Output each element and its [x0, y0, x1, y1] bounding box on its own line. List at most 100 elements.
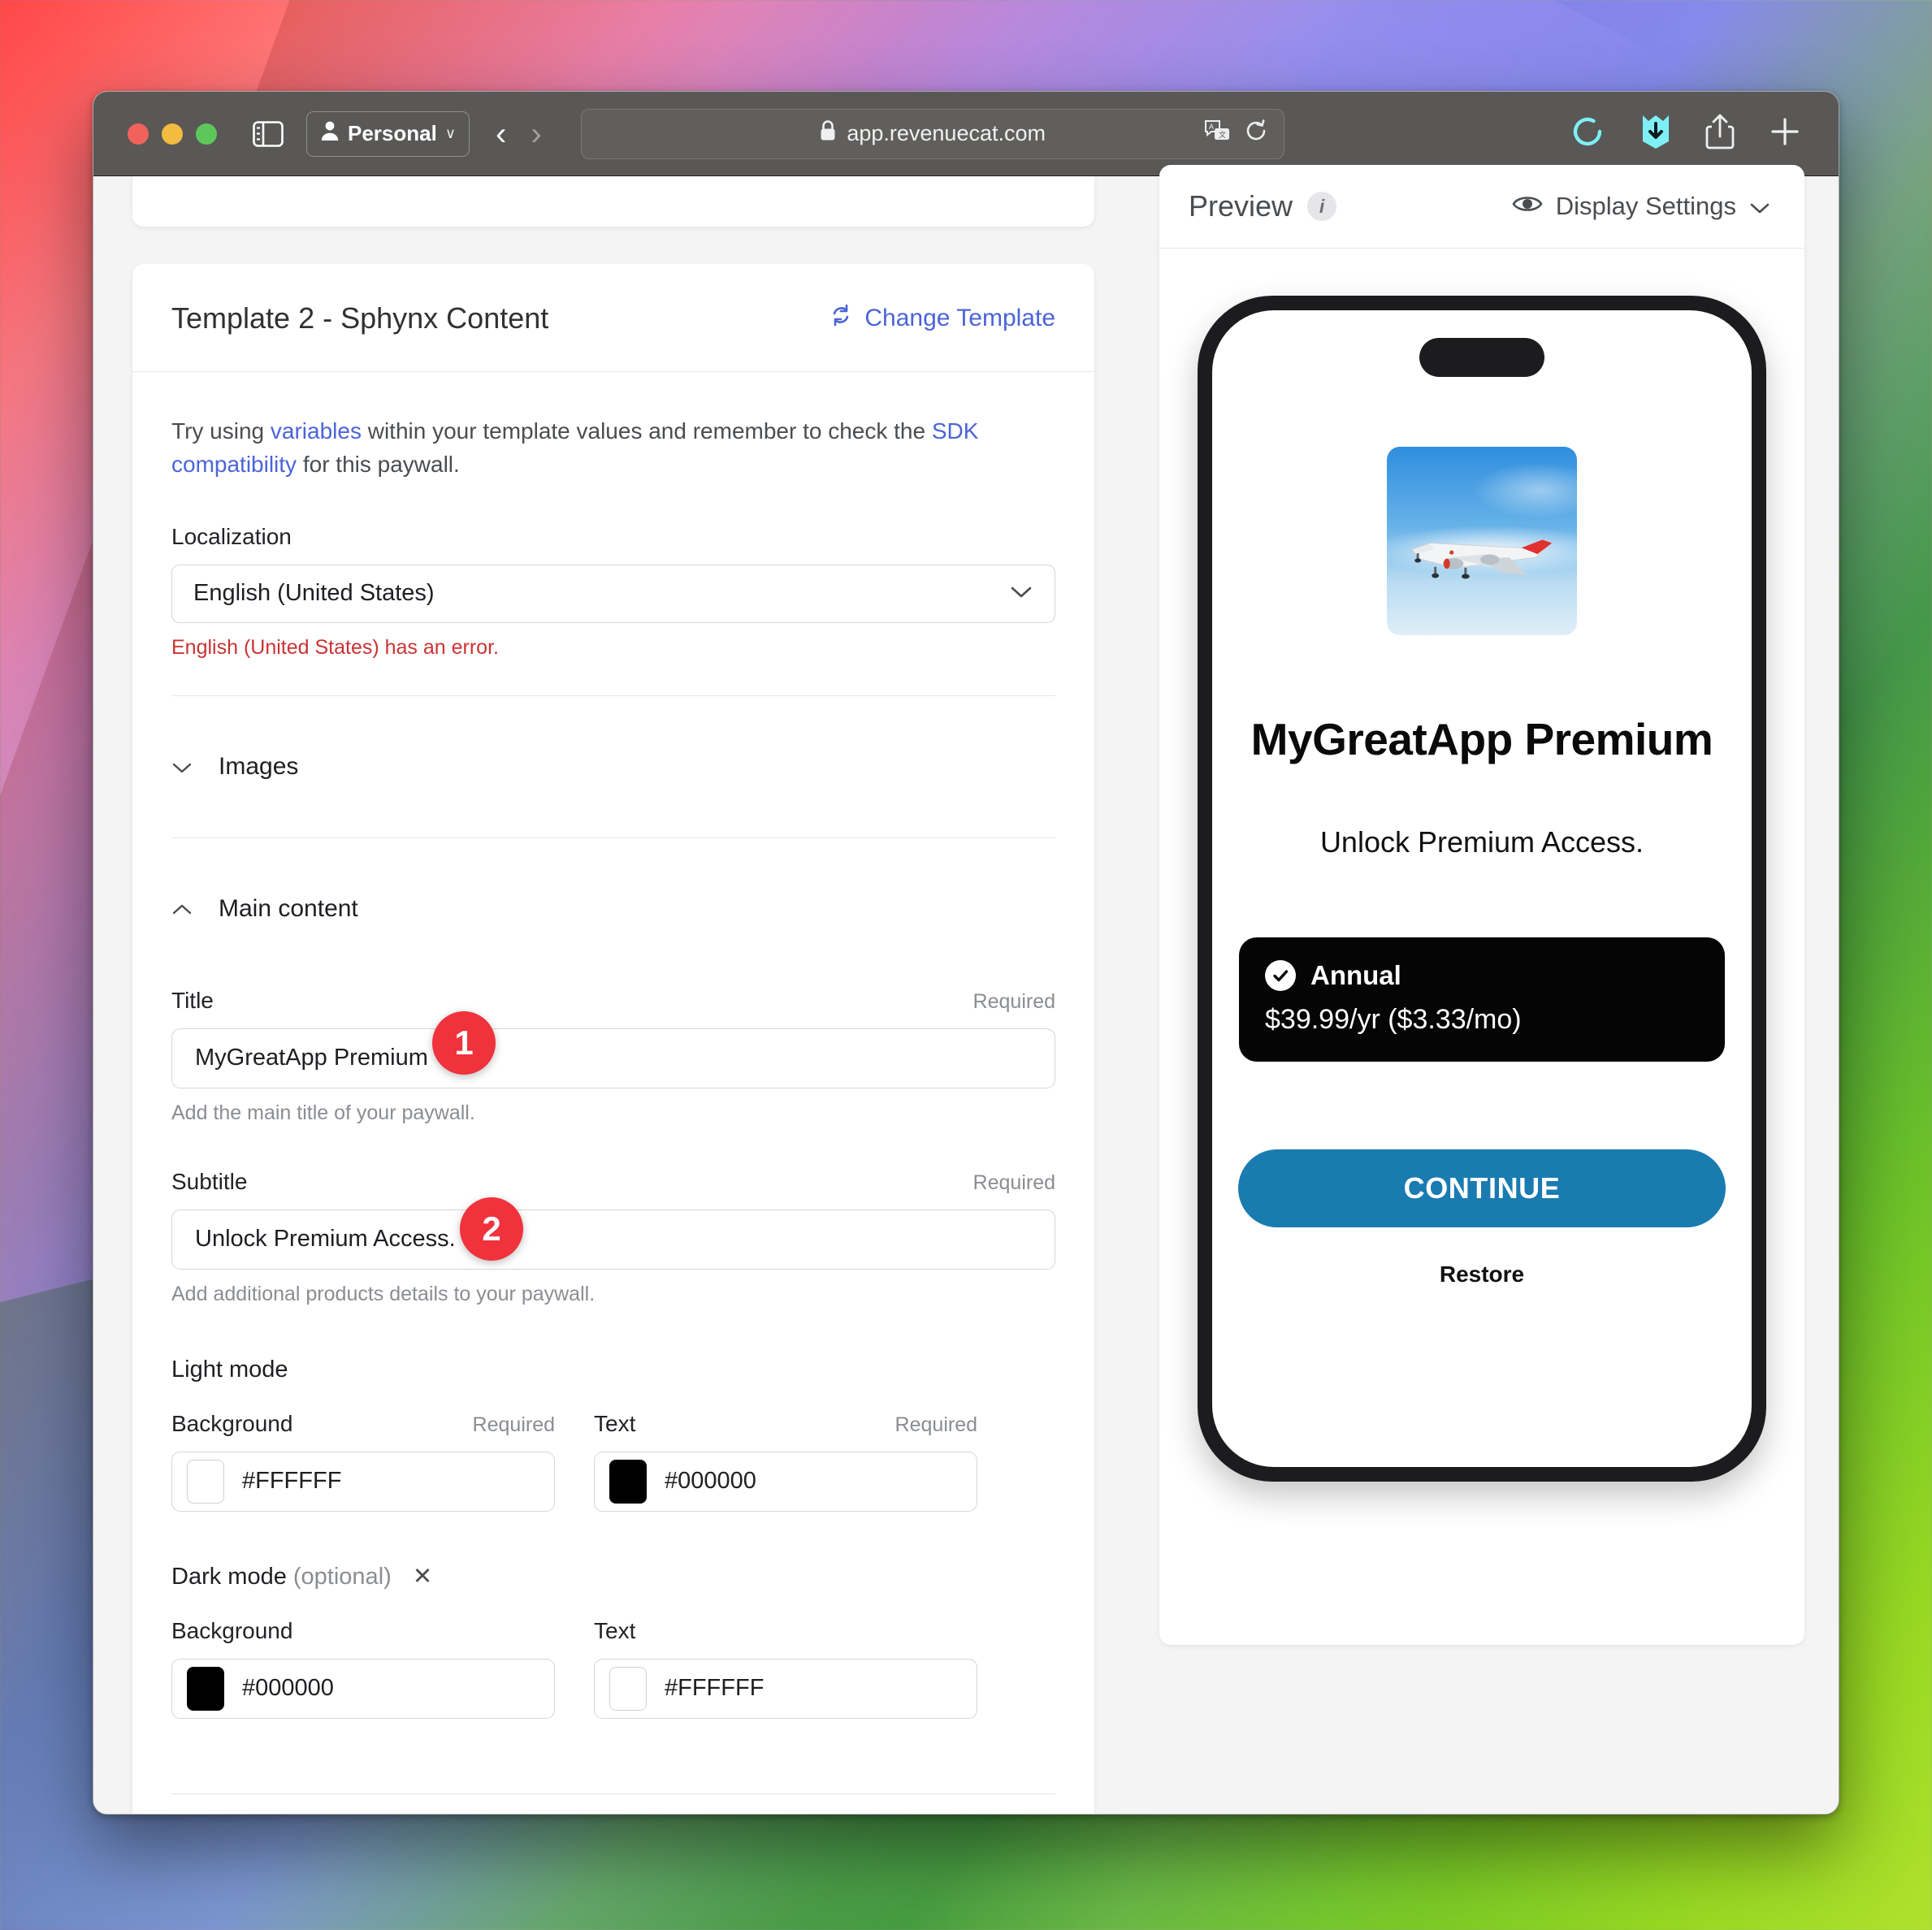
- light-text-value: #000000: [665, 1468, 756, 1495]
- helper-part-1: Try using: [171, 418, 271, 444]
- light-mode-section: Light mode Background Required #FFFFFF T…: [171, 1357, 1055, 1512]
- sidebar-toggle-icon[interactable]: [253, 120, 284, 147]
- minimize-window-button[interactable]: [162, 123, 183, 145]
- title-label-row: Title Required: [171, 988, 1055, 1014]
- refresh-icon: [829, 303, 853, 334]
- dark-background-color-input[interactable]: #000000: [171, 1658, 555, 1719]
- helper-part-3: for this paywall.: [297, 452, 460, 478]
- localization-select[interactable]: English (United States): [171, 564, 1055, 623]
- share-icon[interactable]: [1705, 114, 1735, 154]
- back-button[interactable]: ‹: [496, 118, 506, 150]
- maximize-window-button[interactable]: [196, 123, 217, 145]
- chevron-up-icon: [171, 895, 193, 923]
- dark-background-label-row: Background: [171, 1618, 555, 1644]
- eye-icon: [1512, 192, 1543, 221]
- subtitle-label: Subtitle: [171, 1168, 248, 1194]
- preview-column: Preview i Display Settings MyGreatApp Pr…: [1133, 165, 1839, 1814]
- profile-label: Personal: [348, 121, 437, 145]
- close-icon[interactable]: ✕: [413, 1564, 432, 1590]
- localization-error: English (United States) has an error.: [171, 635, 499, 659]
- color-swatch[interactable]: [187, 1459, 224, 1504]
- subtitle-input[interactable]: Unlock Premium Access. 2: [171, 1197, 1055, 1270]
- title-label: Title: [171, 987, 214, 1013]
- close-window-button[interactable]: [128, 123, 149, 145]
- light-background-value: #FFFFFF: [242, 1468, 342, 1495]
- restore-button[interactable]: Restore: [1440, 1261, 1524, 1287]
- light-text-label: Text: [594, 1410, 636, 1436]
- info-icon[interactable]: i: [1307, 192, 1337, 221]
- chevron-down-icon: [1749, 192, 1770, 221]
- phone-screen: MyGreatApp Premium Unlock Premium Access…: [1212, 310, 1752, 1467]
- address-bar[interactable]: app.revenuecat.com A 文: [580, 108, 1284, 159]
- profile-chip[interactable]: Personal ∨: [306, 110, 470, 157]
- subtitle-label-row: Subtitle Required: [171, 1169, 1055, 1195]
- card-body: Try using variables within your template…: [132, 372, 1094, 1814]
- color-swatch[interactable]: [609, 1666, 647, 1711]
- address-bar-actions: A 文: [1204, 119, 1267, 148]
- dark-text-label-row: Text: [594, 1618, 977, 1644]
- display-settings-button[interactable]: Display Settings: [1512, 192, 1770, 221]
- change-template-button[interactable]: Change Template: [829, 303, 1055, 334]
- forward-button[interactable]: ›: [531, 118, 541, 150]
- localization-value: English (United States): [193, 580, 435, 607]
- step-badge-2: 2: [460, 1197, 523, 1261]
- color-swatch[interactable]: [609, 1459, 647, 1504]
- localization-label: Localization: [171, 523, 292, 549]
- helper-part-2: within your template values and remember…: [361, 418, 932, 444]
- dark-text-color-input[interactable]: #FFFFFF: [594, 1658, 977, 1719]
- subtitle-hint: Add additional products details to your …: [171, 1282, 596, 1305]
- browser-toolbar: Personal ∨ ‹ › app.revenuecat.com A 文: [93, 92, 1839, 176]
- divider: [171, 837, 1055, 838]
- accordion-images[interactable]: Images: [171, 732, 1055, 802]
- translate-icon[interactable]: A 文: [1204, 119, 1232, 148]
- sync-spinner-icon[interactable]: [1569, 113, 1606, 154]
- title-input-value: MyGreatApp Premium: [195, 1045, 428, 1071]
- page-content: Template 2 - Sphynx Content Change Templ…: [93, 165, 1839, 1814]
- step-badge-1: 1: [432, 1010, 496, 1075]
- change-template-label: Change Template: [864, 305, 1055, 331]
- divider: [171, 695, 1055, 696]
- airplane-icon: [1410, 539, 1553, 579]
- toolbar-right-actions: [1569, 113, 1816, 154]
- paywall-title: MyGreatApp Premium: [1250, 714, 1713, 764]
- browser-window: Personal ∨ ‹ › app.revenuecat.com A 文 Te…: [93, 91, 1839, 1815]
- accordion-main-content-label: Main content: [219, 894, 358, 922]
- light-text-required: Required: [895, 1413, 977, 1436]
- light-mode-heading: Light mode: [171, 1356, 288, 1383]
- dark-text-group: Text #FFFFFF: [594, 1618, 977, 1719]
- title-input[interactable]: MyGreatApp Premium 1: [171, 1010, 1055, 1088]
- package-name: Annual: [1310, 960, 1401, 990]
- package-price: $39.99/yr ($3.33/mo): [1265, 1004, 1522, 1035]
- dark-mode-optional: (optional): [292, 1563, 392, 1590]
- light-mode-columns: Background Required #FFFFFF Text Require…: [171, 1411, 1055, 1512]
- light-background-color-input[interactable]: #FFFFFF: [171, 1451, 555, 1512]
- new-tab-icon[interactable]: [1769, 115, 1801, 152]
- variables-link[interactable]: variables: [271, 418, 362, 444]
- preview-label: Preview: [1189, 189, 1293, 223]
- paywall-subtitle: Unlock Premium Access.: [1319, 825, 1644, 859]
- title-required-tag: Required: [972, 989, 1055, 1013]
- reload-icon[interactable]: [1245, 119, 1267, 148]
- downloads-icon[interactable]: [1640, 114, 1671, 154]
- subtitle-field-group: Subtitle Required Unlock Premium Access.…: [171, 1169, 1055, 1306]
- light-text-color-input[interactable]: #000000: [594, 1451, 977, 1512]
- template-content-card: Template 2 - Sphynx Content Change Templ…: [132, 264, 1094, 1814]
- light-background-label: Background: [171, 1410, 293, 1436]
- dark-text-value: #FFFFFF: [665, 1675, 765, 1702]
- url-label: app.revenuecat.com: [847, 121, 1046, 145]
- preview-header: Preview i Display Settings: [1159, 165, 1804, 249]
- dark-background-group: Background #000000: [171, 1618, 555, 1719]
- card-header: Template 2 - Sphynx Content Change Templ…: [132, 264, 1094, 372]
- color-swatch[interactable]: [187, 1666, 224, 1711]
- continue-button[interactable]: CONTINUE: [1238, 1149, 1726, 1227]
- light-text-group: Text Required #000000: [594, 1411, 977, 1512]
- paywall-package-card[interactable]: Annual $39.99/yr ($3.33/mo): [1239, 937, 1725, 1062]
- paywall-hero-image: [1387, 447, 1577, 635]
- subtitle-input-value: Unlock Premium Access.: [195, 1226, 456, 1253]
- svg-text:文: 文: [1219, 130, 1226, 139]
- accordion-main-content[interactable]: Main content: [171, 874, 1055, 944]
- helper-text: Try using variables within your template…: [171, 414, 1008, 482]
- dark-text-label: Text: [594, 1617, 636, 1643]
- dark-mode-heading-row: Dark mode (optional) ✕: [171, 1562, 1055, 1590]
- navigation-arrows: ‹ ›: [496, 118, 542, 150]
